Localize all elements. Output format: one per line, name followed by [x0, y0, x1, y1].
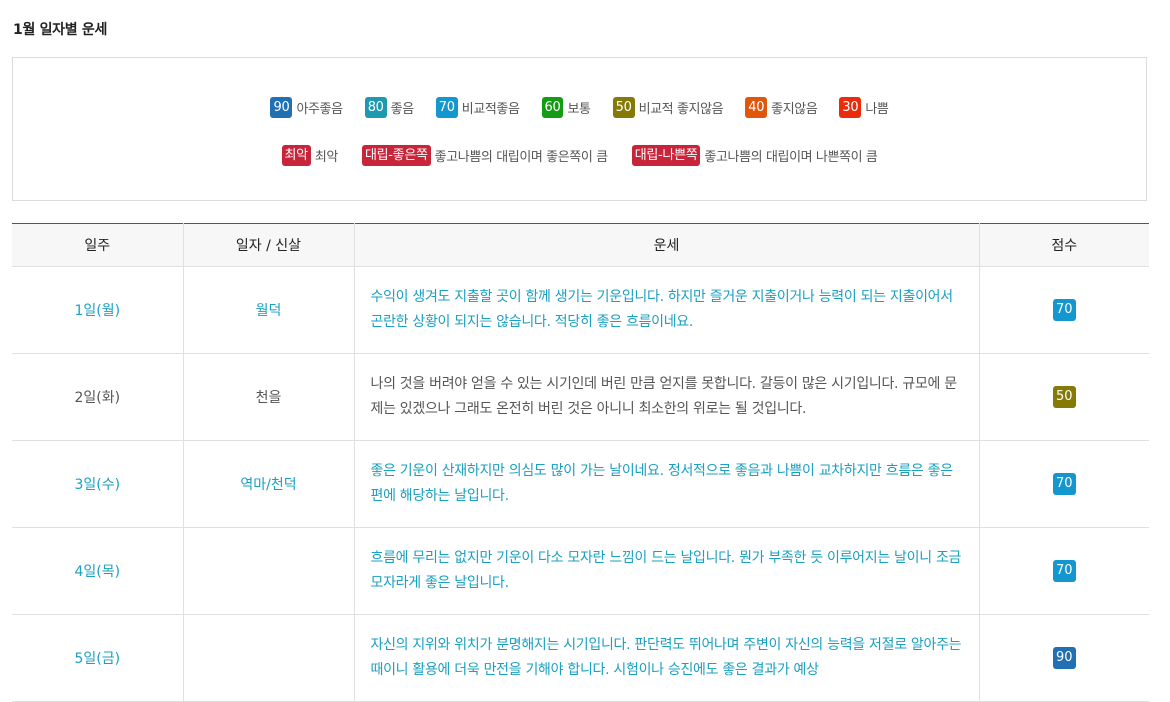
sinsal-cell: [183, 614, 355, 702]
legend-label: 좋고나쁨의 대립이며 나쁜쪽이 큼: [704, 150, 878, 165]
table-row: 4일(목) 흐름에 무리는 없지만 기운이 다소 모자란 느낌이 드는 날입니다.…: [12, 527, 1149, 615]
score-badge: 70: [1052, 560, 1076, 582]
legend-label: 나쁨: [865, 102, 889, 117]
legend-item: 50 비교적 좋지않음: [612, 97, 724, 118]
legend-item: 30 나쁨: [839, 97, 889, 118]
legend-item: 40 좋지않음: [745, 97, 818, 118]
score-badge: 90: [270, 97, 293, 118]
column-header-score: 점수: [979, 223, 1149, 267]
table-row: 3일(수) 역마/천덕 좋은 기운이 산재하지만 의심도 많이 가는 날이네요. 정…: [12, 440, 1149, 528]
column-header-day: 일주: [12, 223, 184, 267]
day-cell: 5일(금): [12, 614, 184, 702]
score-badge: 90: [1052, 647, 1076, 669]
fortune-text-cell: 좋은 기운이 산재하지만 의심도 많이 가는 날이네요. 정서적으로 좋음과 나…: [354, 440, 980, 528]
day-cell: 4일(목): [12, 527, 184, 615]
score-badge: 40: [745, 97, 768, 118]
special-badge: 대립-나쁜쪽: [631, 145, 701, 166]
day-cell: 1일(월): [12, 266, 184, 354]
table-row: 2일(화) 천을 나의 것을 버려야 얻을 수 있는 시기인데 버린 만큼 얻지를 …: [12, 353, 1149, 441]
day-cell: 2일(화): [12, 353, 184, 441]
score-badge: 80: [364, 97, 387, 118]
fortune-text-cell: 수익이 생겨도 지출할 곳이 함께 생기는 기운입니다. 하지만 즐거운 지출이…: [354, 266, 980, 354]
fortune-text-cell: 자신의 지위와 위치가 분명해지는 시기입니다. 판단력도 뛰어나며 주변이 자…: [354, 614, 980, 702]
score-badge: 60: [541, 97, 564, 118]
score-cell: 70: [979, 527, 1149, 615]
sinsal-cell: 월덕: [183, 266, 355, 354]
legend-label: 최악: [314, 150, 339, 165]
sinsal-cell: 역마/천덕: [183, 440, 355, 528]
special-badge: 최악: [281, 145, 311, 166]
table-header-row: 일주 일자 / 신살 운세 점수: [12, 223, 1149, 267]
special-legend-row: 최악 최악 대립-좋은쪽 좋고나쁨의 대립이며 좋은쪽이 큼 대립-나쁜쪽 좋고나쁨의 대…: [13, 145, 1146, 166]
fortune-text-cell: 흐름에 무리는 없지만 기운이 다소 모자란 느낌이 드는 날입니다. 뭔가 부…: [354, 527, 980, 615]
legend-item: 80 좋음: [364, 97, 415, 118]
score-cell: 90: [979, 614, 1149, 702]
column-header-fortune: 운세: [354, 223, 980, 267]
score-badge: 70: [1052, 299, 1076, 321]
legend-item: 최악 최악: [281, 145, 339, 166]
legend-label: 보통: [567, 102, 591, 117]
legend-item: 대립-좋은쪽 좋고나쁨의 대립이며 좋은쪽이 큼: [361, 145, 608, 166]
day-cell: 3일(수): [12, 440, 184, 528]
column-header-sinsal: 일자 / 신살: [183, 223, 355, 267]
legend-label: 아주좋음: [296, 102, 343, 117]
legend-label: 비교적 좋지않음: [638, 102, 724, 117]
score-cell: 70: [979, 440, 1149, 528]
legend-item: 70 비교적좋음: [435, 97, 520, 118]
legend-item: 60 보통: [541, 97, 591, 118]
fortune-table: 일주 일자 / 신살 운세 점수 1일(월) 월덕 수익이 생겨도 지출할 곳이 함…: [12, 223, 1149, 702]
score-legend-row: 90 아주좋음 80 좋음 70 비교적좋음 60 보통 50 비교적 좋지않음 40 좋지않음 30 나…: [13, 97, 1146, 118]
legend-label: 비교적좋음: [461, 102, 520, 117]
score-badge: 50: [1052, 386, 1076, 408]
legend-label: 좋지않음: [771, 102, 818, 117]
score-badge: 50: [612, 97, 635, 118]
page-title: 1월 일자별 운세: [13, 22, 108, 38]
sinsal-cell: [183, 527, 355, 615]
special-badge: 대립-좋은쪽: [361, 145, 431, 166]
sinsal-cell: 천을: [183, 353, 355, 441]
legend-item: 대립-나쁜쪽 좋고나쁨의 대립이며 나쁜쪽이 큼: [631, 145, 878, 166]
score-badge: 70: [435, 97, 458, 118]
score-legend: 90 아주좋음 80 좋음 70 비교적좋음 60 보통 50 비교적 좋지않음 40 좋지않음 30 나…: [12, 57, 1147, 201]
score-badge: 30: [839, 97, 862, 118]
table-row: 1일(월) 월덕 수익이 생겨도 지출할 곳이 함께 생기는 기운입니다. 하지만 …: [12, 266, 1149, 354]
fortune-text-cell: 나의 것을 버려야 얻을 수 있는 시기인데 버린 만큼 얻지를 못합니다. 갈…: [354, 353, 980, 441]
legend-label: 좋고나쁨의 대립이며 좋은쪽이 큼: [434, 150, 608, 165]
legend-label: 좋음: [390, 102, 415, 117]
score-cell: 50: [979, 353, 1149, 441]
table-row: 5일(금) 자신의 지위와 위치가 분명해지는 시기입니다. 판단력도 뛰어나며 …: [12, 614, 1149, 702]
legend-item: 90 아주좋음: [270, 97, 343, 118]
score-cell: 70: [979, 266, 1149, 354]
score-badge: 70: [1052, 473, 1076, 495]
